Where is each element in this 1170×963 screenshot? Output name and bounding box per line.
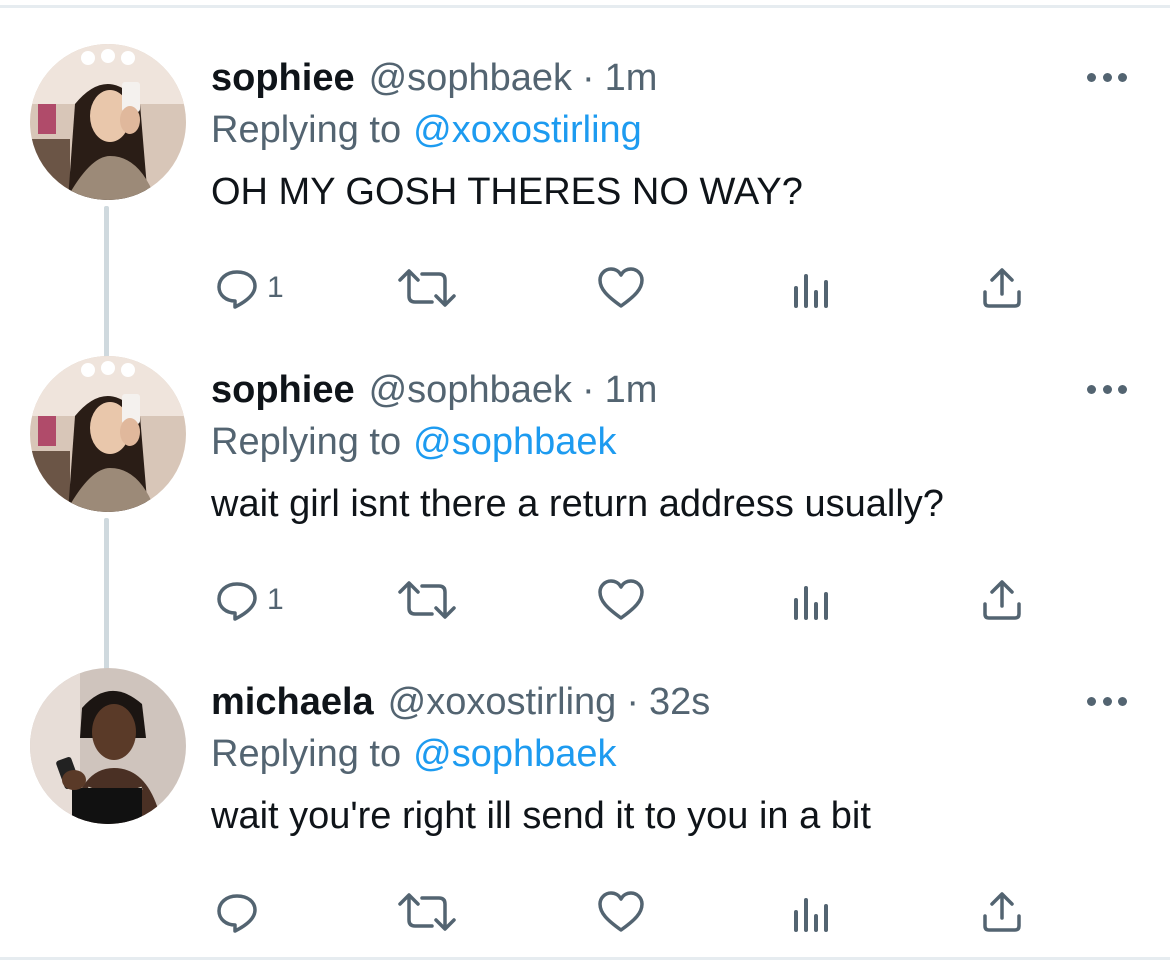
replying-to-label: Replying to [211,108,402,151]
action-bar: 1 [211,258,1041,318]
more-icon [1118,384,1127,394]
views-button[interactable] [791,258,831,318]
share-icon [983,268,1021,308]
tweet-text: wait you're right ill send it to you in … [211,795,871,837]
analytics-icon [794,898,828,932]
reply-icon [217,270,257,309]
more-options-button[interactable] [1087,686,1127,716]
retweet-button[interactable] [396,882,458,942]
reply-icon [217,894,257,933]
timestamp[interactable]: 1m [605,59,658,97]
separator-dot: · [582,57,595,99]
more-icon [1118,72,1127,82]
reply-icon [217,582,257,621]
avatar[interactable] [30,668,186,824]
display-name[interactable]: michaela [211,683,374,721]
share-button[interactable] [981,882,1023,942]
share-button[interactable] [981,258,1023,318]
analytics-icon [794,274,828,308]
more-icon [1087,72,1096,82]
reply-button[interactable]: 1 [215,258,284,318]
share-icon [983,580,1021,620]
tweet[interactable]: michaela @xoxostirling · 32s Replying to… [0,624,1170,936]
reply-count: 1 [267,271,284,304]
reply-count: 1 [267,583,284,616]
analytics-icon [794,586,828,620]
share-button[interactable] [981,570,1023,630]
more-icon [1102,72,1112,82]
views-button[interactable] [791,882,831,942]
user-handle[interactable]: @xoxostirling [388,683,617,721]
heart-icon [598,891,644,932]
views-button[interactable] [791,570,831,630]
more-icon [1087,384,1096,394]
replying-to-label: Replying to [211,420,402,463]
reply-button[interactable] [215,882,267,942]
heart-icon [598,579,644,620]
separator-dot: · [626,681,639,723]
retweet-icon [398,581,456,619]
replying-to-link[interactable]: @sophbaek [413,421,616,464]
replying-to-link[interactable]: @xoxostirling [413,109,642,152]
user-handle[interactable]: @sophbaek [369,371,572,409]
more-options-button[interactable] [1087,374,1127,404]
more-icon [1102,384,1112,394]
timestamp[interactable]: 32s [649,683,710,721]
more-icon [1118,696,1127,706]
more-options-button[interactable] [1087,62,1127,92]
tweet-text: wait girl isnt there a return address us… [211,483,944,525]
like-button[interactable] [597,258,645,318]
display-name[interactable]: sophiee [211,371,355,409]
retweet-icon [398,893,456,931]
tweet-text: OH MY GOSH THERES NO WAY? [211,171,803,213]
action-bar: 1 [211,570,1041,630]
bottom-divider [0,957,1170,960]
avatar[interactable] [30,44,186,200]
more-icon [1087,696,1096,706]
replying-to-link[interactable]: @sophbaek [413,733,616,776]
replying-to-label: Replying to [211,732,402,775]
more-icon [1102,696,1112,706]
like-button[interactable] [597,570,645,630]
display-name[interactable]: sophiee [211,59,355,97]
action-bar [211,882,1041,942]
heart-icon [598,267,644,308]
reply-button[interactable]: 1 [215,570,284,630]
tweet[interactable]: sophiee @sophbaek · 1m Replying to @xoxo… [0,0,1170,312]
retweet-button[interactable] [396,570,458,630]
user-handle[interactable]: @sophbaek [369,59,572,97]
tweet[interactable]: sophiee @sophbaek · 1m Replying to @soph… [0,312,1170,624]
timestamp[interactable]: 1m [605,371,658,409]
retweet-icon [398,269,456,307]
retweet-button[interactable] [396,258,458,318]
like-button[interactable] [597,882,645,942]
share-icon [983,892,1021,932]
avatar[interactable] [30,356,186,512]
separator-dot: · [582,369,595,411]
